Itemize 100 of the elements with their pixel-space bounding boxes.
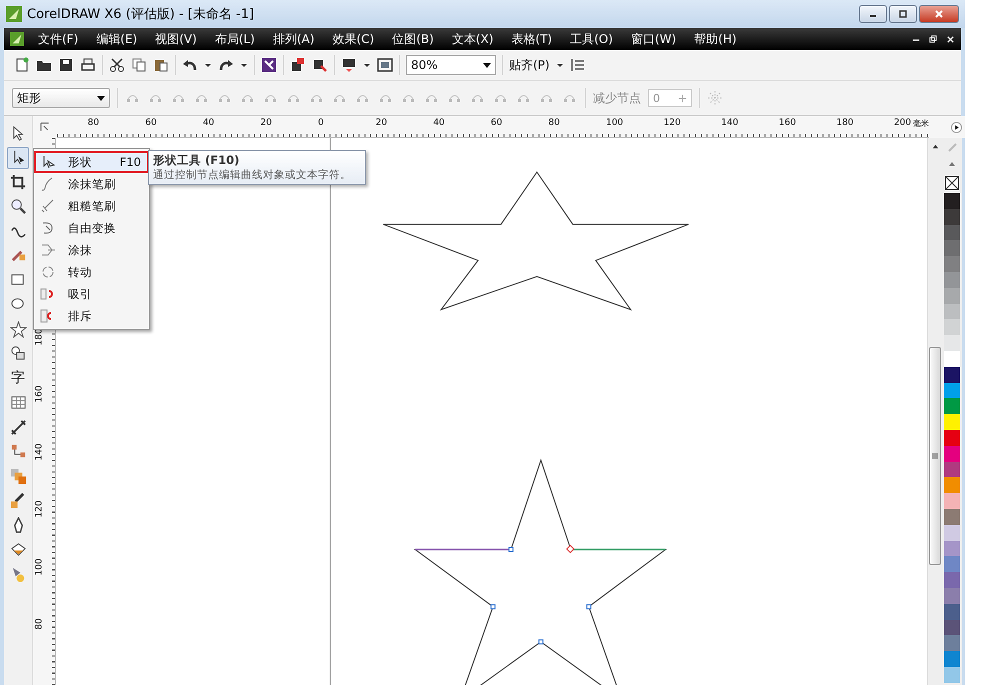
color-swatch[interactable] <box>944 366 960 383</box>
eyedropper-icon[interactable] <box>946 142 958 154</box>
menu-item[interactable]: 帮助(H) <box>694 30 737 48</box>
color-swatch[interactable] <box>944 398 960 414</box>
color-swatch[interactable] <box>944 604 960 620</box>
close-button[interactable] <box>919 5 959 23</box>
menu-item[interactable]: 布局(L) <box>214 30 255 48</box>
minimize-button[interactable] <box>859 5 887 23</box>
menu-item[interactable]: 文本(X) <box>452 30 494 48</box>
color-swatch[interactable] <box>944 508 960 525</box>
menu-item[interactable]: 编辑(E) <box>96 30 138 48</box>
color-swatch[interactable] <box>944 193 960 209</box>
text-tool[interactable]: 字 <box>7 367 29 389</box>
maximize-button[interactable] <box>889 5 917 23</box>
color-swatch[interactable] <box>944 382 960 398</box>
color-swatch[interactable] <box>944 540 960 556</box>
node-handle[interactable] <box>586 604 592 610</box>
node-handle[interactable] <box>538 639 544 644</box>
color-swatch[interactable] <box>944 350 960 367</box>
play-icon[interactable] <box>950 122 962 132</box>
color-swatch[interactable] <box>944 272 960 288</box>
color-swatch[interactable] <box>944 666 960 683</box>
flyout-item[interactable]: 粗糙笔刷 <box>34 195 149 217</box>
menu-item[interactable]: 文件(F) <box>38 30 78 48</box>
printer-icon[interactable] <box>80 57 96 73</box>
no-color-swatch[interactable] <box>945 176 959 190</box>
menu-item[interactable]: 工具(O) <box>570 30 613 48</box>
tool-icon <box>10 198 26 215</box>
snap-to-menu[interactable]: 贴齐(P) <box>509 56 550 74</box>
flyout-item[interactable]: 排斥 <box>34 305 149 327</box>
color-swatch[interactable] <box>944 556 960 572</box>
color-swatch[interactable] <box>944 335 960 351</box>
color-swatch[interactable] <box>944 240 960 256</box>
options-list-icon[interactable] <box>570 57 586 73</box>
menu-item[interactable]: 视图(V) <box>155 30 197 48</box>
flyout-item[interactable]: 涂抹笔刷 <box>34 173 149 195</box>
color-swatch[interactable] <box>944 493 960 509</box>
selected-node-handle[interactable] <box>566 544 575 554</box>
menu-item[interactable]: 窗口(W) <box>630 30 676 48</box>
import-icon[interactable] <box>261 57 277 73</box>
ruler-label: 180 <box>836 117 854 130</box>
color-swatch[interactable] <box>944 256 960 272</box>
color-swatch[interactable] <box>944 414 960 430</box>
ruler-origin-icon[interactable] <box>39 121 51 133</box>
scrollbar-thumb[interactable] <box>929 347 941 565</box>
flyout-item[interactable]: 形状 F10 <box>34 151 149 173</box>
color-swatch[interactable] <box>944 288 960 304</box>
menu-item[interactable]: 效果(C) <box>332 30 374 48</box>
flyout-item[interactable]: 涂抹 <box>34 239 149 261</box>
dropdown-caret-icon[interactable] <box>363 61 371 69</box>
shape-tool[interactable] <box>7 146 29 168</box>
redo-icon[interactable] <box>218 57 234 73</box>
undo-icon[interactable] <box>182 57 198 73</box>
restore-icon[interactable] <box>929 34 938 44</box>
save-icon[interactable] <box>58 57 74 73</box>
menu-item[interactable]: 表格(T) <box>511 30 552 48</box>
menu-item[interactable]: 排列(A) <box>272 30 314 48</box>
flyout-item[interactable]: 吸引 <box>34 283 149 305</box>
node-handle[interactable] <box>508 547 514 552</box>
tool-icon <box>10 443 26 460</box>
flyout-item[interactable]: 自由变换 <box>34 217 149 239</box>
star-shape[interactable] <box>382 171 690 311</box>
scissors-icon[interactable] <box>109 57 125 73</box>
dropdown-caret-icon[interactable] <box>204 61 212 69</box>
close-icon[interactable] <box>946 34 955 44</box>
color-swatch[interactable] <box>944 588 960 604</box>
color-swatch[interactable] <box>944 620 960 636</box>
vertical-scrollbar[interactable] <box>927 138 942 685</box>
scroll-up-icon[interactable] <box>930 142 940 151</box>
color-swatch[interactable] <box>944 304 960 320</box>
flyout-item[interactable]: 转动 <box>34 261 149 283</box>
color-swatch[interactable] <box>944 635 960 652</box>
color-swatch[interactable] <box>944 446 960 462</box>
export-icon[interactable] <box>290 57 306 73</box>
color-swatch[interactable] <box>944 651 960 667</box>
publish-icon[interactable] <box>312 57 328 73</box>
zoom-level-dropdown[interactable]: 80% <box>406 55 496 75</box>
color-swatch[interactable] <box>944 224 960 240</box>
dropdown-caret-icon[interactable] <box>556 61 564 69</box>
new-document-icon[interactable] <box>14 57 30 73</box>
color-swatch[interactable] <box>944 319 960 336</box>
color-swatch[interactable] <box>944 462 960 478</box>
node-handle[interactable] <box>490 604 496 610</box>
color-swatch[interactable] <box>944 208 960 225</box>
menu-item[interactable]: 位图(B) <box>392 30 434 48</box>
ruler-label: 40 <box>433 117 445 130</box>
copy-icon[interactable] <box>131 57 147 73</box>
color-swatch[interactable] <box>944 572 960 588</box>
dropdown-caret-icon[interactable] <box>240 61 248 69</box>
object-type-dropdown[interactable]: 矩形 <box>12 88 110 108</box>
star-tool[interactable] <box>7 318 29 340</box>
paste-icon[interactable] <box>153 57 169 73</box>
picture-icon[interactable] <box>377 57 393 73</box>
tool-icon <box>10 418 26 436</box>
ruler-label: 160 <box>778 117 796 130</box>
color-swatch[interactable] <box>944 430 960 446</box>
color-swatch[interactable] <box>944 477 960 494</box>
color-swatch[interactable] <box>944 524 960 541</box>
monitor-icon[interactable] <box>341 57 357 73</box>
nodes-icon[interactable] <box>707 90 723 106</box>
